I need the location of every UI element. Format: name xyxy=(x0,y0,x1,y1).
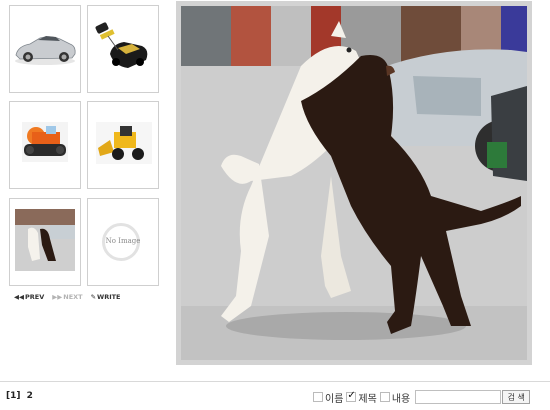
prev-link[interactable]: ◀◀ PREV xyxy=(14,293,44,301)
search-option-name[interactable]: 이름 xyxy=(313,390,343,405)
thumbnail-5[interactable] xyxy=(9,198,81,286)
silver-car-image xyxy=(15,36,76,65)
thumbnail-2[interactable] xyxy=(87,5,159,93)
search-option-title[interactable]: 제목 xyxy=(346,390,377,405)
dogs-thumbnail-image xyxy=(15,209,75,271)
prev-label: PREV xyxy=(25,293,45,301)
option-title-label: 제목 xyxy=(358,393,377,405)
checkbox-content[interactable] xyxy=(379,392,390,402)
yellow-loader-image xyxy=(96,122,152,164)
thumbnail-3[interactable] xyxy=(9,101,81,189)
option-name-label: 이름 xyxy=(325,393,344,405)
page-current: [1] xyxy=(6,391,21,401)
pencil-icon: ✎ xyxy=(90,293,97,301)
search-bar: 이름 제목 내용 검 색 xyxy=(313,390,531,405)
toy-car-image xyxy=(95,22,148,68)
orange-toy-image xyxy=(22,122,68,162)
next-link[interactable]: ▶▶ NEXT xyxy=(52,293,82,301)
rewind-icon: ◀◀ xyxy=(14,293,24,301)
next-label: NEXT xyxy=(63,293,83,301)
fast-forward-icon: ▶▶ xyxy=(52,293,63,301)
gallery-nav: ◀◀ PREV ▶▶ NEXT ✎ WRITE xyxy=(14,292,121,302)
main-photo-frame xyxy=(176,1,532,365)
search-button[interactable]: 검 색 xyxy=(502,390,531,404)
thumbnail-4[interactable] xyxy=(87,101,159,189)
option-content-label: 내용 xyxy=(391,393,411,405)
no-image-text: No Image xyxy=(105,237,141,245)
checkbox-title[interactable] xyxy=(346,390,357,402)
pagination: [1] 2 xyxy=(6,391,36,401)
checkbox-name[interactable] xyxy=(313,392,323,402)
write-link[interactable]: ✎ WRITE xyxy=(91,293,121,301)
page-2-link[interactable]: 2 xyxy=(27,391,33,401)
search-option-content[interactable]: 내용 xyxy=(379,390,411,405)
write-label: WRITE xyxy=(97,293,121,301)
thumbnail-6-no-image[interactable]: No Image xyxy=(87,198,159,286)
footer-divider xyxy=(0,381,550,382)
main-photo-dogs xyxy=(181,6,527,360)
thumbnail-1[interactable] xyxy=(9,5,81,93)
search-input[interactable] xyxy=(415,390,502,404)
